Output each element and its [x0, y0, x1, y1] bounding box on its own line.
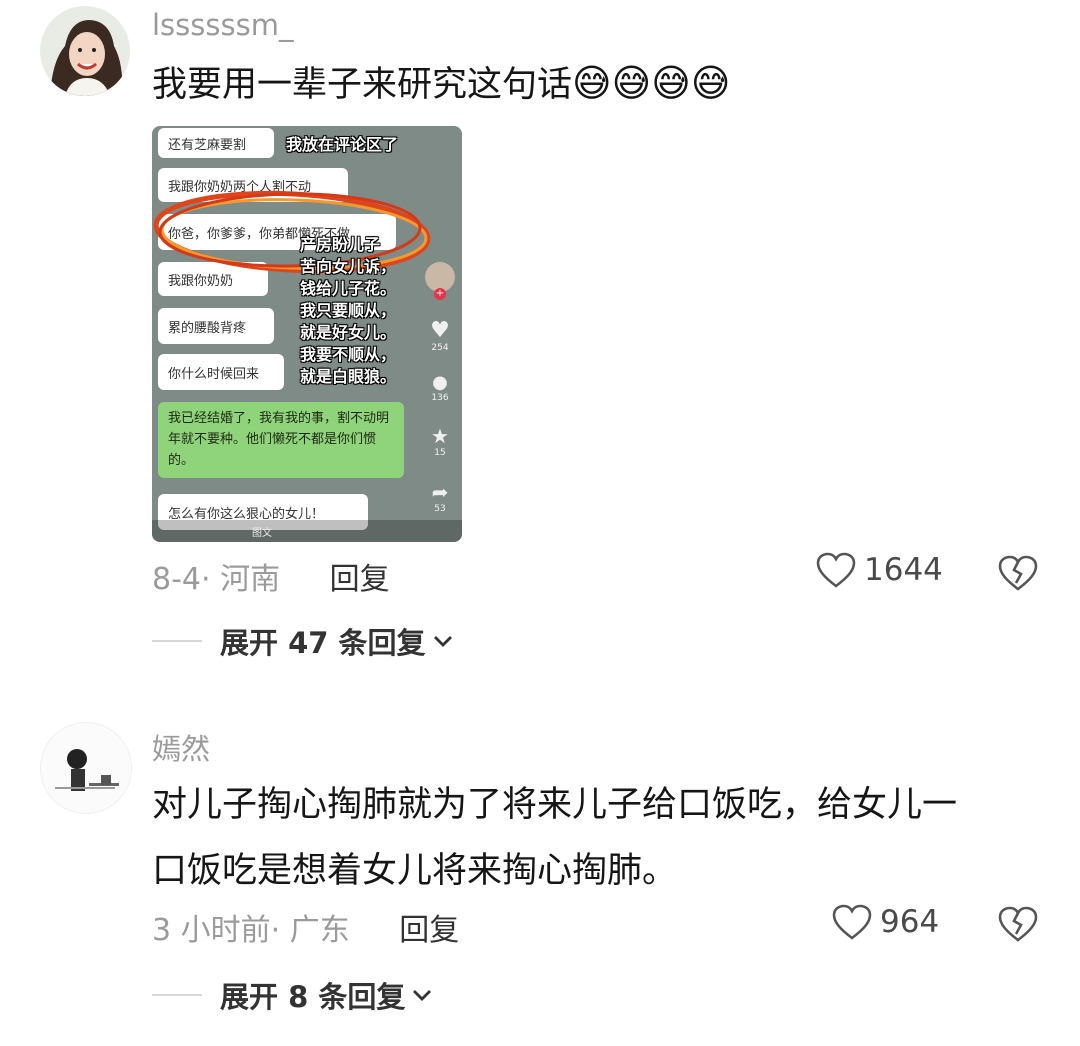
comment-count-icon: ● 136	[422, 372, 458, 403]
reply-button[interactable]: 回复	[399, 913, 459, 948]
dislike-button[interactable]	[998, 555, 1038, 595]
comment-item: 嫣然 对儿子掏心掏肺就为了将来儿子给口饭吃，给女儿一 口饭吃是想着女儿将来掏心掏…	[0, 700, 1080, 1046]
comment-date: 8-4	[152, 562, 201, 597]
avatar[interactable]	[40, 6, 130, 96]
side-comment-count: 136	[431, 393, 449, 403]
comment-text-body: 我要用一辈子来研究这句话	[152, 65, 573, 105]
dislike-button[interactable]	[998, 906, 1038, 946]
comment-text: 我要用一辈子来研究这句话😅😅😅😅	[152, 50, 1052, 118]
side-like-count: 254	[431, 343, 449, 353]
caption-poem: 产房盼儿子 苦向女儿诉， 钱给儿子花。 我只要顺从， 就是好女儿。 我要不顺从，…	[300, 235, 397, 386]
avatar[interactable]	[40, 722, 132, 814]
like-count: 1644	[864, 552, 943, 588]
heart-icon	[816, 552, 856, 588]
comment-text: 对儿子掏心掏肺就为了将来儿子给口饭吃，给女儿一 口饭吃是想着女儿将来掏心掏肺。	[152, 772, 1052, 904]
like-button[interactable]: 964	[832, 904, 939, 940]
image-bottom-bar: 图文	[152, 520, 462, 542]
divider	[152, 994, 202, 996]
chevron-down-icon	[433, 636, 452, 647]
caption-top: 我放在评论区了	[286, 135, 399, 154]
heart-icon	[832, 904, 872, 940]
broken-heart-icon	[998, 555, 1038, 591]
like-count-icon: ♥ 254	[422, 318, 458, 353]
side-share-count: 53	[434, 504, 446, 514]
comment-text-line: 对儿子掏心掏肺就为了将来儿子给口饭吃，给女儿一	[152, 785, 958, 825]
broken-heart-icon	[998, 906, 1038, 942]
comment-location: · 河南	[201, 562, 281, 597]
side-avatar-icon: +	[422, 262, 458, 300]
star-icon: ★ 15	[422, 424, 458, 458]
comment-image[interactable]: 还有芝麻要割 我跟你奶奶两个人割不动 你爸，你爹爹，你弟都懒死不做 我跟你奶奶 …	[152, 126, 462, 542]
expand-label: 展开 47 条回复	[220, 626, 426, 660]
expand-label: 展开 8 条回复	[220, 980, 406, 1014]
side-star-count: 15	[434, 448, 446, 458]
expand-replies-button[interactable]: 展开 8 条回复	[152, 974, 433, 1016]
comment-text-line: 口饭吃是想着女儿将来掏心掏肺。	[152, 851, 678, 891]
comment-location: · 广东	[270, 913, 350, 948]
divider	[152, 640, 202, 642]
reply-button[interactable]: 回复	[330, 562, 390, 597]
comment-item: lssssssm_ 我要用一辈子来研究这句话😅😅😅😅 还有芝麻要割 我跟你奶奶两…	[0, 0, 1080, 690]
chevron-down-icon	[413, 990, 432, 1001]
image-type-label: 图文	[252, 527, 272, 539]
like-button[interactable]: 1644	[816, 552, 943, 588]
share-icon: ➦ 53	[422, 480, 458, 514]
comment-meta: 3 小时前· 广东 回复	[152, 905, 459, 949]
sweat-smile-emoji: 😅😅😅😅	[572, 61, 731, 105]
like-count: 964	[880, 904, 940, 940]
expand-replies-button[interactable]: 展开 47 条回复	[152, 620, 454, 662]
comment-date: 3 小时前	[152, 913, 271, 948]
comment-meta: 8-4· 河南 回复	[152, 554, 390, 598]
username[interactable]: 嫣然	[152, 726, 210, 768]
username[interactable]: lssssssm_	[152, 8, 293, 42]
